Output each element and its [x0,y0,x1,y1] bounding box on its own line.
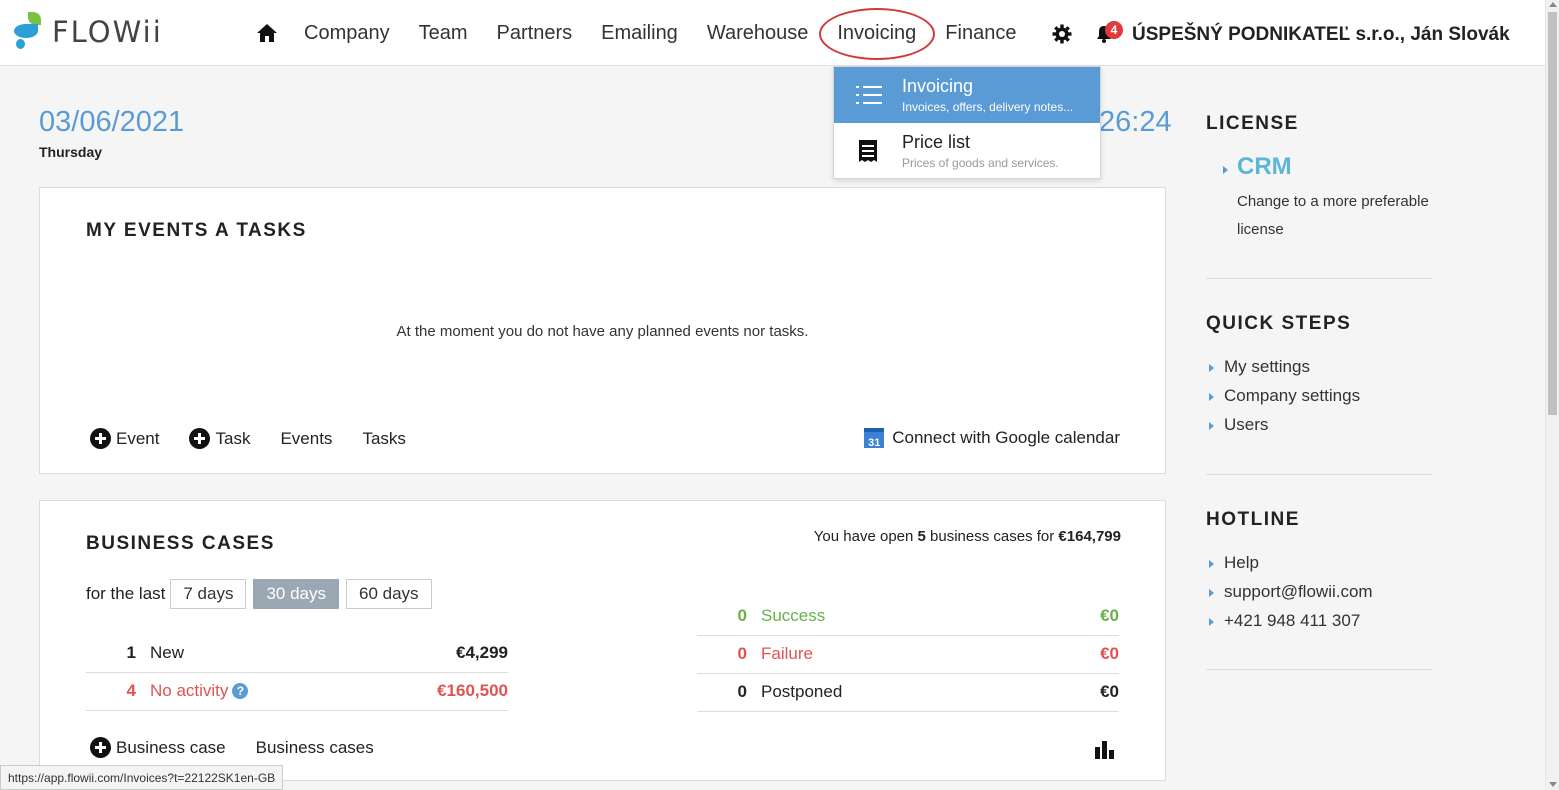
logo-mark-icon [12,12,44,52]
nav-team[interactable]: Team [419,22,468,45]
events-panel-title: MY EVENTS A TASKS [86,220,307,241]
plus-circle-icon [90,428,111,449]
google-calendar-label: Connect with Google calendar [892,428,1120,447]
events-actions: Event Task Events Tasks [90,428,436,449]
invoicing-dropdown-menu: Invoicing Invoices, offers, delivery not… [833,66,1101,179]
empty-events-message: At the moment you do not have any planne… [396,323,809,340]
dropdown-item-price-list[interactable]: Price list Prices of goods and services. [834,123,1100,179]
scrollbar-thumb[interactable] [1548,12,1557,415]
google-calendar-button[interactable]: 31 Connect with Google calendar [864,428,1120,449]
hotline-phone-link[interactable]: +421 948 411 307 [1208,611,1360,631]
company-user-name[interactable]: ÚSPEŠNÝ PODNIKATEĽ s.r.o., Ján Slovák [1132,24,1510,46]
events-link[interactable]: Events [280,429,332,449]
dropdown-item-subtitle: Prices of goods and services. [902,156,1059,170]
case-row-new[interactable]: 1 New €4,299 [86,635,508,673]
dropdown-item-title: Price list [902,132,971,152]
top-bar: FLOWii Company Team Partners Emailing Wa… [0,0,1545,66]
case-row-postponed[interactable]: 0 Postponed €0 [697,674,1119,712]
bar-chart-icon[interactable] [1093,739,1115,759]
scroll-down-arrow-icon[interactable] [1549,782,1557,787]
license-change-link[interactable]: Change to a more preferable license [1237,188,1437,244]
nav-invoicing[interactable]: Invoicing [819,7,936,60]
cases-actions: Business case Business cases [90,737,404,758]
open-cases-count: 5 [917,528,926,545]
page-scrollbar[interactable] [1545,0,1559,790]
scroll-up-arrow-icon[interactable] [1549,2,1557,7]
period-60-days-button[interactable]: 60 days [346,579,432,609]
link-status-bar: https://app.flowii.com/Invoices?t=22122S… [0,765,284,790]
events-tasks-panel: MY EVENTS A TASKS At the moment you do n… [39,187,1166,474]
nav-finance[interactable]: Finance [945,22,1016,45]
period-selector: for the last 7 days 30 days 60 days [86,579,439,609]
case-row-success[interactable]: 0 Success €0 [697,598,1119,636]
gear-icon[interactable] [1052,24,1072,49]
add-task-label: Task [215,428,251,448]
help-icon[interactable]: ? [232,683,249,699]
logo-text: FLOWii [52,15,163,49]
add-business-case-label: Business case [116,737,226,757]
plus-circle-icon [90,737,111,758]
license-heading: LICENSE [1206,113,1299,134]
nav-partners[interactable]: Partners [497,22,573,45]
license-plan-link[interactable]: CRM [1223,153,1292,181]
dropdown-item-title: Invoicing [902,76,974,96]
dropdown-item-subtitle: Invoices, offers, delivery notes... [902,100,1074,114]
add-business-case-button[interactable]: Business case [90,737,226,758]
add-event-label: Event [116,428,160,448]
case-row-failure[interactable]: 0 Failure €0 [697,636,1119,674]
quick-steps-heading: QUICK STEPS [1206,313,1352,334]
quick-step-my-settings[interactable]: My settings [1209,357,1310,377]
open-cases-summary: You have open 5 business cases for €164,… [813,528,1121,545]
flowii-logo[interactable]: FLOWii [12,12,163,52]
cases-status-right: 0 Success €0 0 Failure €0 0 Postponed €0 [697,598,1119,712]
hotline-help-link[interactable]: Help [1209,553,1259,573]
notification-badge[interactable]: 4 [1105,21,1123,39]
period-30-days-button[interactable]: 30 days [253,579,340,609]
open-cases-amount: €164,799 [1058,528,1121,545]
home-icon[interactable] [256,22,278,44]
current-day: Thursday [39,144,103,160]
hotline-email-link[interactable]: support@flowii.com [1209,582,1373,602]
period-7-days-button[interactable]: 7 days [170,579,247,609]
current-time: 26:24 [1099,106,1172,138]
current-date: 03/06/2021 [39,106,185,138]
cases-status-left: 1 New €4,299 4 No activity? €160,500 [86,635,508,711]
nav-warehouse[interactable]: Warehouse [707,22,809,45]
nav-company[interactable]: Company [304,22,390,45]
case-row-no-activity[interactable]: 4 No activity? €160,500 [86,673,508,711]
hotline-heading: HOTLINE [1206,509,1300,530]
dropdown-item-invoicing[interactable]: Invoicing Invoices, offers, delivery not… [834,67,1100,123]
sidebar-divider [1206,669,1432,670]
google-calendar-icon: 31 [864,428,885,449]
cases-panel-title: BUSINESS CASES [86,533,275,554]
nav-emailing[interactable]: Emailing [601,22,678,45]
receipt-icon [856,139,882,163]
business-cases-panel: BUSINESS CASES You have open 5 business … [39,500,1166,781]
main-nav: Company Team Partners Emailing Warehouse… [256,0,1045,66]
period-label: for the last [86,584,166,603]
sidebar-divider [1206,278,1432,279]
plus-circle-icon [189,428,211,449]
add-task-button[interactable]: Task [189,428,250,449]
quick-step-company-settings[interactable]: Company settings [1208,386,1360,406]
sidebar-divider [1206,474,1432,475]
business-cases-link[interactable]: Business cases [256,738,374,758]
add-event-button[interactable]: Event [90,428,159,449]
tasks-link[interactable]: Tasks [362,429,405,449]
quick-step-users[interactable]: Users [1208,415,1268,435]
list-icon [856,83,882,107]
